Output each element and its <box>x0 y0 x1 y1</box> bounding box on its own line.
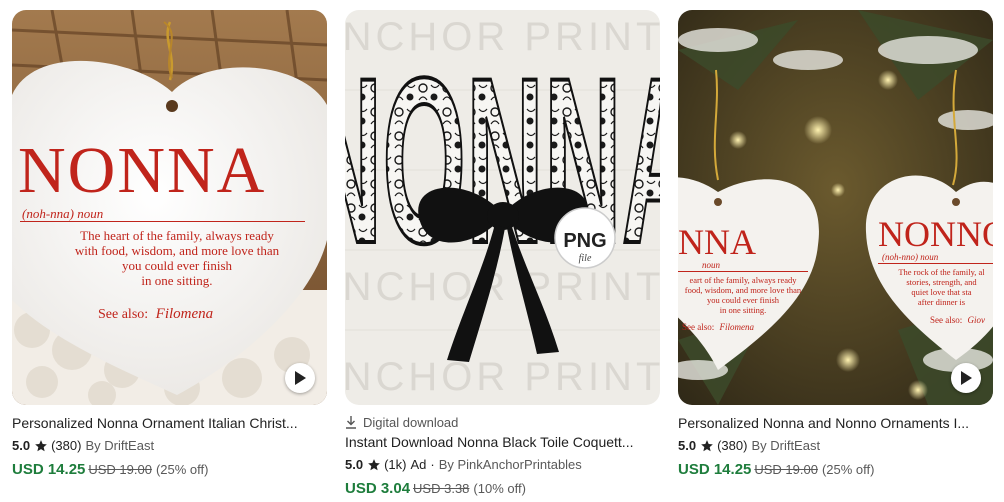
definition-line: stories, strength, and <box>906 277 977 287</box>
see-also-name: Filomena <box>155 306 214 322</box>
price-row: USD 3.04 USD 3.38 (10% off) <box>345 480 663 497</box>
original-price: USD 19.00 <box>754 462 818 477</box>
definition-line: you could ever finish <box>121 258 233 273</box>
star-icon <box>700 439 714 453</box>
png-badge-text: PNG <box>563 230 606 252</box>
review-count: (1k) <box>384 457 407 472</box>
listing-image[interactable]: NNA noun eart of the family, always read… <box>678 10 993 405</box>
star-icon <box>367 458 381 472</box>
right-ornament-pronunciation: (noh-nno) noun <box>882 252 939 262</box>
ornament-divider <box>678 271 808 272</box>
shop-name[interactable]: By PinkAnchorPrintables <box>439 457 582 472</box>
left-ornament-definition: eart of the family, always ready food, w… <box>678 275 808 315</box>
download-icon <box>345 415 357 429</box>
left-ornament-headline: NNA <box>678 222 756 262</box>
review-count: (380) <box>51 438 82 453</box>
definition-line: quiet love that sta <box>911 287 972 297</box>
ornament-definition: The heart of the family, always ready wi… <box>42 228 312 288</box>
right-ornament-definition: The rock of the family, al stories, stre… <box>890 267 993 307</box>
discount-label: (25% off) <box>821 462 875 477</box>
see-also-label: See also: <box>98 307 149 322</box>
watermark-text: ANCHOR PRINTA <box>345 355 660 399</box>
price-row: USD 14.25 USD 19.00 (25% off) <box>12 461 330 478</box>
see-also-label: See also: <box>682 322 715 332</box>
rating-value: 5.0 <box>345 457 364 472</box>
rating-value: 5.0 <box>12 438 31 453</box>
ornament-divider <box>20 221 305 222</box>
discount-label: (25% off) <box>155 462 209 477</box>
sale-price: USD 14.25 <box>678 461 752 478</box>
play-icon <box>961 371 972 385</box>
sale-price: USD 3.04 <box>345 480 411 497</box>
see-also-name: Giov <box>967 315 986 325</box>
see-also-name: Filomena <box>719 322 755 332</box>
ornament-text: NONNA (noh-nna) noun The heart of the fa… <box>12 10 327 405</box>
separator: · <box>430 457 435 472</box>
review-count: (380) <box>717 438 748 453</box>
ornament-pronunciation: (noh-nna) noun <box>22 206 104 221</box>
badge-label: Digital download <box>363 414 459 430</box>
shop-name[interactable]: By DriftEast <box>751 438 820 453</box>
listing-image[interactable]: NONNA (noh-nna) noun The heart of the fa… <box>12 10 327 405</box>
left-see-also: See also: Filomena <box>682 322 754 332</box>
listing-title[interactable]: Instant Download Nonna Black Toile Coque… <box>345 433 663 451</box>
play-icon <box>295 371 306 385</box>
listing-title[interactable]: Personalized Nonna and Nonno Ornaments I… <box>678 414 996 432</box>
definition-line: food, wisdom, and more love than <box>684 285 802 295</box>
ornament-see-also: See also: Filomena <box>98 306 213 323</box>
definition-line: The rock of the family, al <box>898 267 985 277</box>
listing-image[interactable]: ANCHOR PRINTA ANCHOR PRINTA ANCHOR PRINT… <box>345 10 660 405</box>
png-badge-subtext: file <box>579 253 592 264</box>
definition-line: in one sitting. <box>719 305 767 315</box>
shop-name[interactable]: By DriftEast <box>85 438 154 453</box>
star-icon <box>34 439 48 453</box>
rating-row: 5.0 (1k) Ad · By PinkAnchorPrintables <box>345 457 663 472</box>
sale-price: USD 14.25 <box>12 461 86 478</box>
play-video-button[interactable] <box>951 363 981 393</box>
ornament-headline: NONNA <box>18 134 267 207</box>
definition-line: The heart of the family, always ready <box>80 228 274 243</box>
left-ornament-pronunciation: noun <box>702 260 720 270</box>
original-price: USD 3.38 <box>413 481 470 496</box>
digital-download-badge: Digital download <box>345 414 663 430</box>
original-price: USD 19.00 <box>88 462 152 477</box>
toile-bow-graphic: ANCHOR PRINTA ANCHOR PRINTA ANCHOR PRINT… <box>345 10 660 405</box>
discount-label: (10% off) <box>473 481 526 496</box>
definition-line: eart of the family, always ready <box>689 275 797 285</box>
right-ornament-headline: NONNO <box>878 214 993 254</box>
play-video-button[interactable] <box>285 363 315 393</box>
toile-headline: NONNA <box>345 29 660 293</box>
listing-card[interactable]: ANCHOR PRINTA ANCHOR PRINTA ANCHOR PRINT… <box>345 10 663 500</box>
right-see-also: See also: Giov <box>930 315 985 325</box>
rating-row: 5.0 (380) By DriftEast <box>12 438 330 453</box>
definition-line: with food, wisdom, and more love than <box>74 243 280 258</box>
rating-value: 5.0 <box>678 438 697 453</box>
definition-line: you could ever finish <box>707 295 779 305</box>
definition-line: after dinner is <box>917 297 966 307</box>
listing-card[interactable]: NONNA (noh-nna) noun The heart of the fa… <box>12 10 330 500</box>
listing-title[interactable]: Personalized Nonna Ornament Italian Chri… <box>12 414 330 432</box>
ornament-divider <box>878 263 993 264</box>
listing-card[interactable]: NNA noun eart of the family, always read… <box>678 10 996 500</box>
price-row: USD 14.25 USD 19.00 (25% off) <box>678 461 996 478</box>
see-also-label: See also: <box>930 315 963 325</box>
definition-line: in one sitting. <box>141 273 213 288</box>
ad-label: Ad <box>410 457 427 472</box>
ornament-text: NNA noun eart of the family, always read… <box>678 10 993 405</box>
rating-row: 5.0 (380) By DriftEast <box>678 438 996 453</box>
